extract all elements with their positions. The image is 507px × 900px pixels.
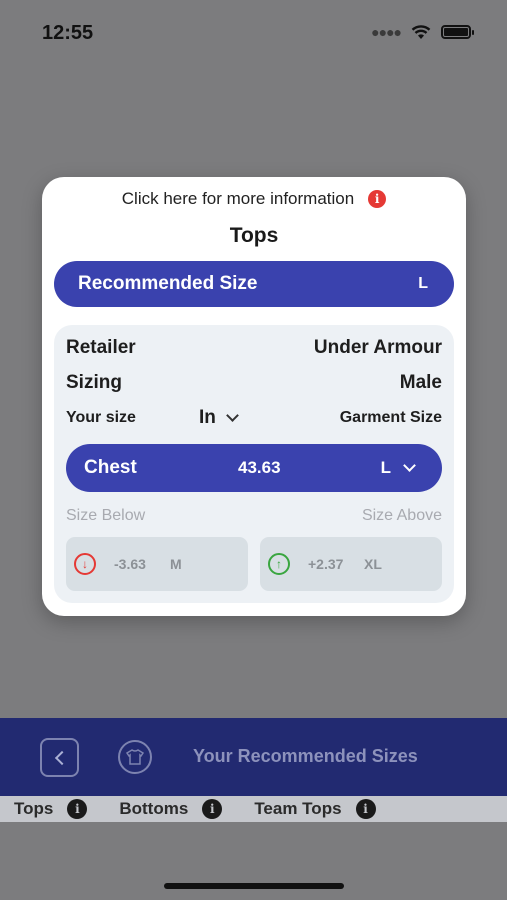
retailer-row: Retailer Under Armour bbox=[66, 337, 442, 359]
size-below-box[interactable]: ↓ -3.63 M bbox=[66, 537, 248, 591]
tab-team-tops-label: Team Tops bbox=[254, 799, 342, 818]
size-modal: Click here for more information i Tops R… bbox=[42, 177, 466, 616]
arrow-down-icon: ↓ bbox=[74, 553, 96, 575]
bottom-bar-title: Your Recommended Sizes bbox=[193, 746, 418, 766]
measurement-value: 43.63 bbox=[238, 458, 281, 477]
more-info-text: Click here for more information bbox=[121, 189, 355, 208]
tab-team-tops[interactable]: Team Tops i bbox=[254, 799, 376, 819]
measurement-size: L bbox=[380, 458, 391, 477]
sizing-row: Sizing Male bbox=[66, 372, 442, 394]
garment-size-label: Garment Size bbox=[339, 409, 442, 426]
tab-tops-label: Tops bbox=[14, 799, 54, 818]
size-below-size: M bbox=[170, 556, 182, 572]
battery-icon bbox=[441, 25, 474, 39]
status-time: 12:55 bbox=[42, 22, 94, 44]
chevron-down-icon bbox=[403, 459, 416, 472]
measurement-label: Chest bbox=[84, 457, 137, 478]
size-below-label: Size Below bbox=[66, 507, 146, 524]
info-icon[interactable]: i bbox=[368, 190, 387, 208]
home-indicator[interactable] bbox=[164, 883, 344, 889]
signal-icon: ●●●● bbox=[371, 24, 402, 40]
measurement-pill[interactable]: Chest 43.63 L bbox=[66, 444, 442, 492]
shirt-icon bbox=[118, 740, 152, 774]
category-tabs: Tops i Bottoms i Team Tops i bbox=[0, 796, 507, 822]
arrow-up-icon: ↑ bbox=[268, 553, 290, 575]
recommended-size-label: Recommended Size bbox=[78, 273, 258, 294]
bottom-nav-bar: Your Recommended Sizes bbox=[0, 718, 507, 796]
status-bar: 12:55 ●●●● bbox=[0, 0, 507, 62]
details-panel: Retailer Under Armour Sizing Male Your s… bbox=[54, 325, 454, 603]
info-icon[interactable]: i bbox=[355, 799, 376, 819]
chevron-down-icon bbox=[226, 409, 239, 422]
status-icons: ●●●● bbox=[371, 24, 474, 40]
unit-selector[interactable]: In bbox=[199, 407, 239, 429]
recommended-size-pill: Recommended Size L bbox=[54, 261, 454, 307]
sizing-label: Sizing bbox=[66, 372, 122, 393]
tab-tops[interactable]: Tops i bbox=[14, 799, 88, 819]
size-above-box[interactable]: ↑ +2.37 XL bbox=[260, 537, 442, 591]
recommended-size-value: L bbox=[418, 275, 428, 292]
size-header-row: Your size Garment Size bbox=[66, 409, 442, 427]
info-icon[interactable]: i bbox=[67, 799, 88, 819]
measurement-size-selector[interactable]: L bbox=[380, 458, 416, 478]
unit-value: In bbox=[199, 407, 216, 428]
size-above-size: XL bbox=[364, 556, 382, 572]
more-info-link[interactable]: Click here for more information i bbox=[42, 189, 466, 209]
modal-title: Tops bbox=[229, 224, 279, 247]
back-button[interactable] bbox=[40, 738, 79, 777]
wifi-icon bbox=[411, 24, 431, 39]
size-above-label: Size Above bbox=[361, 507, 442, 524]
tab-bottoms-label: Bottoms bbox=[119, 799, 189, 818]
size-above-delta: +2.37 bbox=[308, 556, 344, 572]
tab-bottoms[interactable]: Bottoms i bbox=[119, 799, 223, 819]
your-size-label: Your size bbox=[66, 409, 136, 426]
sizing-value: Male bbox=[399, 372, 442, 393]
retailer-label: Retailer bbox=[66, 337, 136, 358]
retailer-value: Under Armour bbox=[313, 337, 442, 358]
info-icon[interactable]: i bbox=[202, 799, 223, 819]
size-below-delta: -3.63 bbox=[114, 556, 146, 572]
